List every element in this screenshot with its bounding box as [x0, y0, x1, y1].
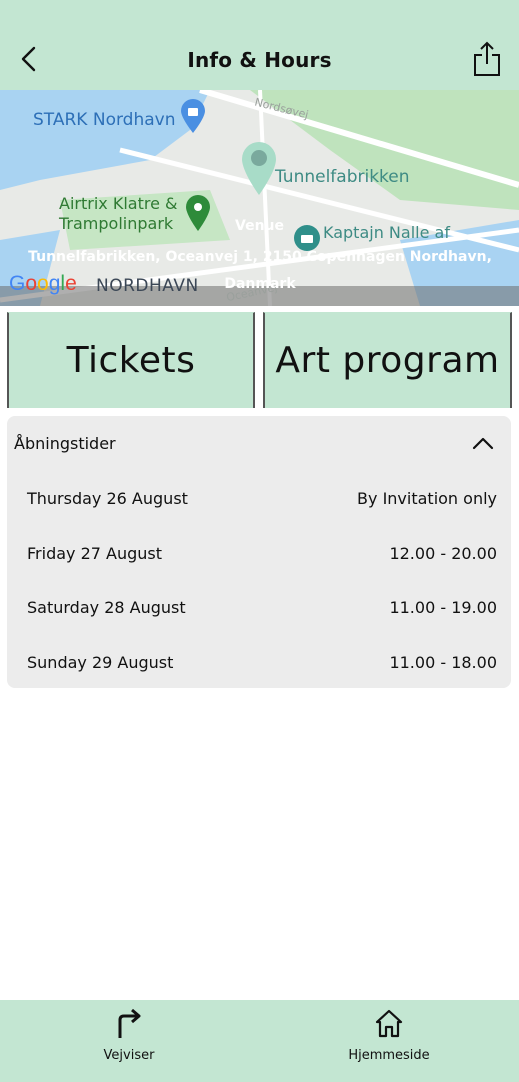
- page-title: Info & Hours: [187, 48, 332, 72]
- shopping-pin-icon: [181, 99, 205, 133]
- venue-label: Venue: [235, 218, 284, 234]
- place-label-stark: STARK Nordhavn: [33, 110, 176, 130]
- hours-row: Thursday 26 August By Invitation only: [27, 489, 497, 513]
- hours-row: Sunday 29 August 11.00 - 18.00: [27, 653, 497, 677]
- share-button[interactable]: [469, 38, 505, 80]
- top-bar: Info & Hours: [0, 0, 519, 90]
- venue-pin-icon: [242, 142, 276, 195]
- action-tabs: Tickets Art program: [7, 312, 512, 408]
- directions-icon: [118, 1008, 141, 1038]
- hours-row: Saturday 28 August 11.00 - 19.00: [27, 598, 497, 622]
- nav-directions-label: Vejviser: [103, 1048, 155, 1063]
- home-icon: [375, 1009, 403, 1038]
- hours-row: Friday 27 August 12.00 - 20.00: [27, 544, 497, 568]
- hours-time: 11.00 - 19.00: [389, 598, 497, 617]
- hours-day: Friday 27 August: [27, 544, 163, 563]
- hours-time: 12.00 - 20.00: [389, 544, 497, 563]
- nav-website-label: Hjemmeside: [348, 1048, 430, 1063]
- bottom-nav: Vejviser Hjemmeside: [0, 1000, 519, 1082]
- tickets-button[interactable]: Tickets: [7, 312, 255, 408]
- hours-day: Thursday 26 August: [27, 489, 188, 508]
- place-label-tunnelfabrikken: Tunnelfabrikken: [275, 167, 410, 187]
- share-icon: [474, 41, 500, 76]
- nav-directions[interactable]: Vejviser: [59, 1000, 199, 1082]
- venue-address: Tunnelfabrikken, Oceanvej 1, 2150 Copenh…: [28, 249, 492, 292]
- opening-hours-toggle[interactable]: Åbningstider: [7, 416, 511, 472]
- nav-website[interactable]: Hjemmeside: [319, 1000, 459, 1082]
- place-label-airtrix-line1: Airtrix Klatre &: [59, 194, 178, 213]
- hours-time: 11.00 - 18.00: [389, 653, 497, 672]
- opening-hours-title: Åbningstider: [14, 434, 116, 453]
- chevron-up-icon: [472, 437, 494, 450]
- hours-time: By Invitation only: [357, 489, 497, 508]
- art-program-button[interactable]: Art program: [263, 312, 512, 408]
- hours-day: Sunday 29 August: [27, 653, 174, 672]
- hours-day: Saturday 28 August: [27, 598, 186, 617]
- opening-hours-panel: Åbningstider Thursday 26 August By Invit…: [7, 416, 511, 688]
